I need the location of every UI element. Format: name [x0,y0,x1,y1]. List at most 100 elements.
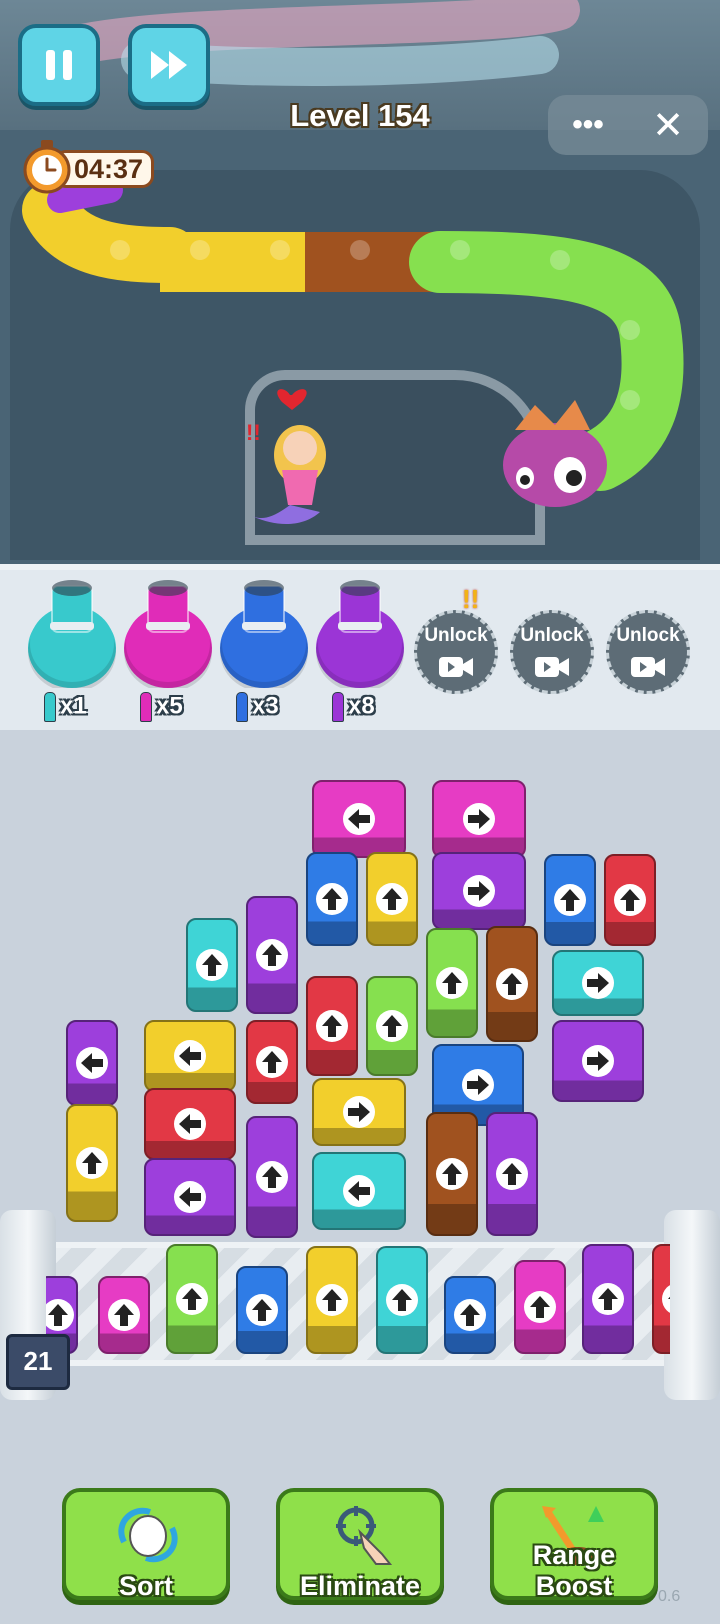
conveyor-block-green[interactable] [166,1244,218,1354]
conveyor-block-cyan[interactable] [376,1246,428,1354]
block-red[interactable] [144,1088,236,1160]
unlock-slot-button[interactable]: Unlock [510,610,594,694]
arrow-up-icon [246,1294,278,1326]
fast-forward-icon [151,51,187,79]
conveyor-blocks [46,1210,670,1400]
arrow-right-icon [463,803,495,835]
arrow-left-icon [174,1108,206,1140]
block-yellow[interactable] [144,1020,236,1092]
unlock-slot-button[interactable]: Unlock [414,610,498,694]
pot-count-text: x8 [348,692,375,720]
arrow-up-icon [496,968,528,1000]
pot-count: x3 [236,692,279,722]
pause-button[interactable] [18,24,100,106]
arrow-up-icon [316,1284,348,1316]
sort-label: Sort [119,1571,173,1601]
more-icon[interactable]: ••• [548,110,628,140]
paint-pot-icon [220,580,308,692]
block-cyan[interactable] [186,918,238,1012]
conveyor-block-purple[interactable] [582,1244,634,1354]
arrow-right-icon [463,875,495,907]
conveyor-right-post [664,1210,720,1400]
block-purple[interactable] [552,1020,644,1102]
arrow-up-icon [176,1283,208,1315]
pot-2[interactable] [218,576,313,694]
arrow-right-icon [462,1069,494,1101]
block-brown[interactable] [486,926,538,1042]
alert-badge-icon: !! [462,584,480,614]
pot-count: x1 [44,692,87,722]
block-magenta[interactable] [432,780,526,858]
dragon-snake: !! [22,0,684,525]
conveyor-block-magenta[interactable] [514,1260,566,1354]
unlock-label: Unlock [616,625,680,646]
arrow-up-icon [316,1010,348,1042]
block-blue[interactable] [544,854,596,946]
pot-count-text: x3 [252,692,279,720]
arrow-up-icon [496,1158,528,1190]
arrow-up-icon [256,1161,288,1193]
arrow-up-icon [454,1299,486,1331]
block-purple[interactable] [432,852,526,930]
paint-tube-icon [236,692,248,722]
paint-pot-icon [124,580,212,692]
unlock-slot-button[interactable]: Unlock [606,610,690,694]
stopwatch-icon [23,140,71,194]
pot-0[interactable] [26,576,121,694]
block-cyan[interactable] [552,950,644,1016]
close-icon[interactable]: ✕ [628,103,708,148]
pot-count: x8 [332,692,375,722]
block-yellow[interactable] [312,1078,406,1146]
paint-tube-icon [332,692,344,722]
arrow-left-icon [174,1040,206,1072]
block-red[interactable] [604,854,656,946]
arrow-up-icon [196,949,228,981]
arrow-up-icon [316,883,348,915]
arrow-up-icon [376,883,408,915]
block-blue[interactable] [306,852,358,946]
eliminate-button[interactable]: Eliminate [276,1488,444,1601]
arrow-up-icon [592,1283,624,1315]
block-red[interactable] [306,976,358,1076]
conveyor-block-blue[interactable] [236,1266,288,1354]
pot-1[interactable] [122,576,217,694]
conveyor-block-yellow[interactable] [306,1246,358,1354]
conveyor-block-red[interactable] [652,1244,670,1354]
block-magenta[interactable] [312,780,406,858]
arrow-right-icon [582,967,614,999]
video-camera-icon [439,657,473,677]
arrow-left-icon [343,1175,375,1207]
fast-forward-button[interactable] [128,24,210,106]
block-purple[interactable] [246,896,298,1014]
video-camera-icon [631,657,665,677]
arrow-left-icon [343,803,375,835]
arrow-up-icon [376,1010,408,1042]
block-yellow[interactable] [66,1104,118,1222]
arrow-right-icon [343,1096,375,1128]
sort-button[interactable]: Sort [62,1488,230,1601]
arrow-up-icon [108,1299,140,1331]
block-red[interactable] [246,1020,298,1104]
conveyor [0,1210,720,1400]
pot-count-text: x1 [60,692,87,720]
paint-tube-icon [44,692,56,722]
range-boost-label: Range Boost [532,1540,616,1601]
conveyor-block-blue[interactable] [444,1276,496,1354]
arrow-left-icon [174,1181,206,1213]
block-yellow[interactable] [366,852,418,946]
game-scene: !! [0,0,720,570]
eliminate-icon [336,1506,393,1565]
block-green[interactable] [366,976,418,1076]
pot-3[interactable] [314,576,409,694]
range-boost-button[interactable]: Range Boost [490,1488,658,1601]
unlock-label: Unlock [424,625,488,646]
svg-text:!!: !! [246,420,261,445]
arrow-up-icon [614,884,646,916]
block-green[interactable] [426,928,478,1038]
pot-slots: x1 x5 x3 x8 Unlock Unlock Unlock!! [0,570,720,730]
arrow-up-icon [436,1158,468,1190]
paint-pot-icon [316,580,404,692]
block-purple[interactable] [66,1020,118,1106]
arrow-up-icon [256,939,288,971]
conveyor-block-magenta[interactable] [98,1276,150,1354]
